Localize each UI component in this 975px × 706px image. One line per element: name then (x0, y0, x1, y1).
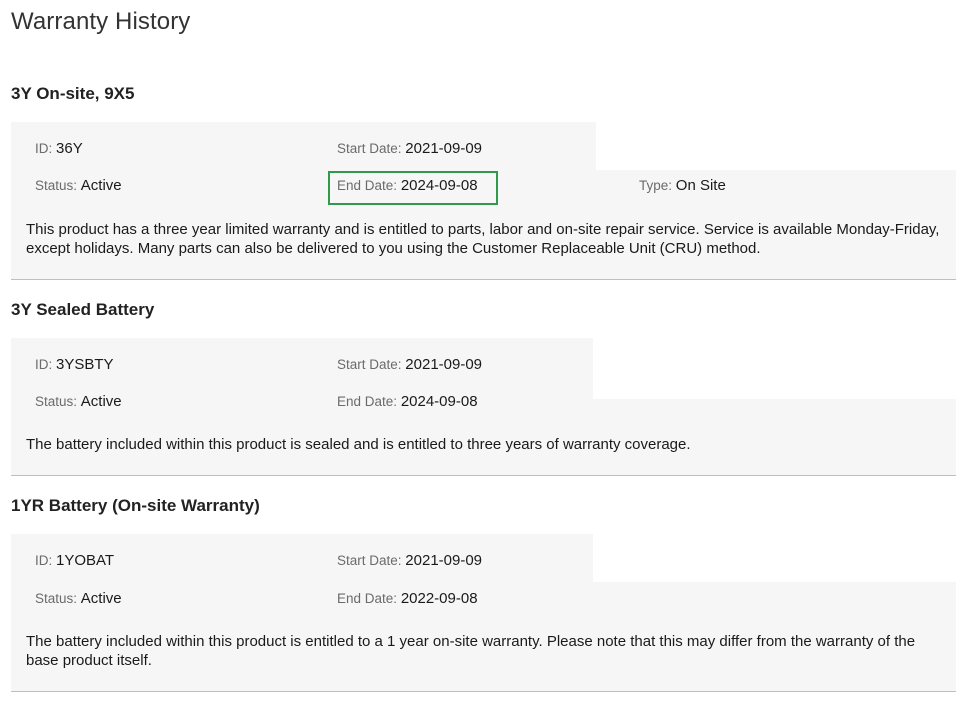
warranty-title: 1YR Battery (On-site Warranty) (11, 496, 260, 515)
label-separator: : (48, 357, 57, 372)
id-value: 1YOBAT (56, 552, 115, 569)
panel-background (11, 122, 596, 170)
warranty-id: ID: 36Y (35, 140, 83, 157)
status-label: Status (35, 178, 74, 193)
warranty-end-date: End Date: 2022-09-08 (337, 590, 478, 607)
label-separator: : (73, 591, 81, 606)
divider (11, 475, 956, 476)
warranty-status: Status: Active (35, 177, 122, 194)
label-separator: : (393, 394, 401, 409)
end-date-value: 2022-09-08 (400, 590, 478, 607)
warranty-panel: ID: 3YSBTY Start Date: 2021-09-09 Status… (11, 338, 956, 476)
id-label: ID (35, 141, 49, 156)
id-value: 3YSBTY (56, 356, 114, 373)
end-date-label: End Date (337, 591, 394, 606)
warranty-start-date: Start Date: 2021-09-09 (337, 140, 482, 157)
label-separator: : (73, 178, 81, 193)
warranty-start-date: Start Date: 2021-09-09 (337, 356, 482, 373)
divider (11, 279, 956, 280)
warranty-id: ID: 3YSBTY (35, 356, 114, 373)
start-date-label: Start Date (337, 357, 398, 372)
label-separator: : (48, 553, 57, 568)
status-label: Status (35, 394, 74, 409)
warranty-description: The battery included within this product… (26, 436, 691, 453)
label-separator: : (48, 141, 57, 156)
warranty-type: Type: On Site (639, 177, 726, 194)
warranty-status: Status: Active (35, 393, 122, 410)
warranty-id: ID: 1YOBAT (35, 552, 114, 569)
end-date-value: 2024-09-08 (400, 177, 478, 194)
type-value: On Site (675, 177, 726, 194)
warranty-title: 3Y On-site, 9X5 (11, 84, 135, 103)
end-date-label: End Date (337, 178, 394, 193)
status-value: Active (80, 177, 122, 194)
id-label: ID (35, 553, 49, 568)
start-date-value: 2021-09-09 (405, 140, 483, 157)
warranty-description: This product has a three year limited wa… (26, 221, 940, 257)
label-separator: : (73, 394, 81, 409)
start-date-label: Start Date (337, 141, 398, 156)
id-value: 36Y (56, 140, 83, 157)
warranty-end-date: End Date: 2024-09-08 (337, 393, 478, 410)
status-label: Status (35, 591, 74, 606)
end-date-label: End Date (337, 394, 394, 409)
warranty-panel: ID: 1YOBAT Start Date: 2021-09-09 Status… (11, 534, 956, 692)
divider (11, 691, 956, 692)
warranty-status: Status: Active (35, 590, 122, 607)
warranty-end-date: End Date: 2024-09-08 (337, 177, 478, 194)
label-separator: : (393, 591, 401, 606)
page-title: Warranty History (11, 8, 191, 35)
label-separator: : (668, 178, 676, 193)
start-date-value: 2021-09-09 (405, 356, 483, 373)
warranty-panel: ID: 36Y Start Date: 2021-09-09 Status: A… (11, 122, 956, 280)
label-separator: : (393, 178, 401, 193)
id-label: ID (35, 357, 49, 372)
end-date-value: 2024-09-08 (400, 393, 478, 410)
start-date-value: 2021-09-09 (405, 552, 483, 569)
status-value: Active (80, 393, 122, 410)
warranty-start-date: Start Date: 2021-09-09 (337, 552, 482, 569)
warranty-title: 3Y Sealed Battery (11, 300, 155, 319)
type-label: Type (639, 178, 669, 193)
start-date-label: Start Date (337, 553, 398, 568)
status-value: Active (80, 590, 122, 607)
warranty-description: The battery included within this product… (26, 633, 916, 669)
